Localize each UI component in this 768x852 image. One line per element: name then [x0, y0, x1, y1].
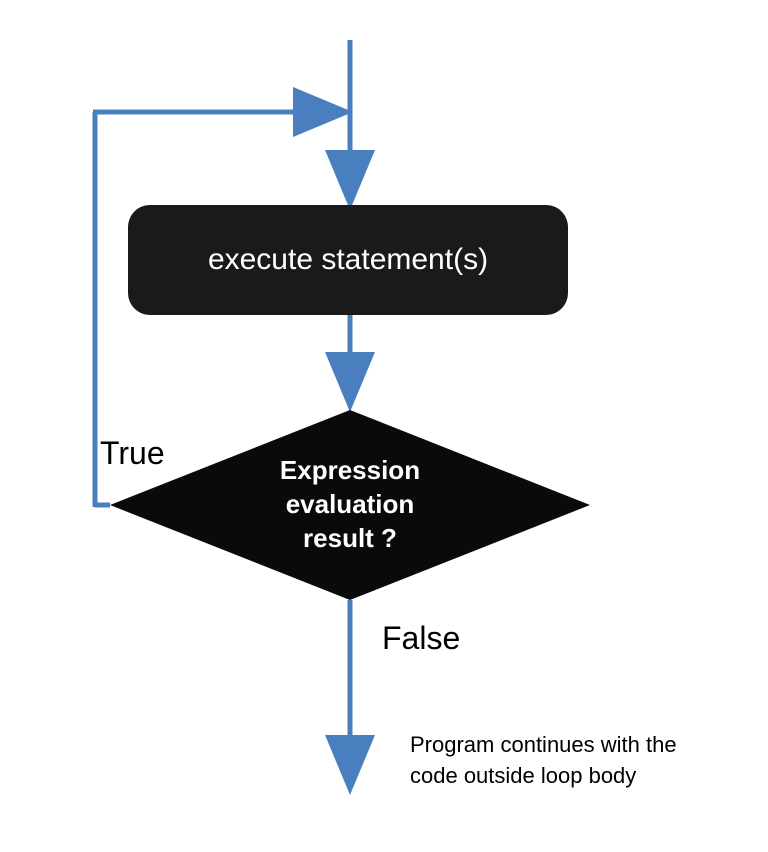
flowchart-diagram: execute statement(s) Expression evaluati…: [0, 0, 768, 852]
decision-line-3: result ?: [303, 522, 397, 556]
decision-line-1: Expression: [280, 454, 420, 488]
process-box: execute statement(s): [128, 205, 568, 315]
exit-line-1: Program continues with the: [410, 730, 677, 761]
decision-diamond-text: Expression evaluation result ?: [100, 405, 600, 605]
false-label: False: [382, 620, 460, 657]
exit-description: Program continues with the code outside …: [410, 730, 677, 792]
decision-line-2: evaluation: [286, 488, 415, 522]
exit-line-2: code outside loop body: [410, 761, 677, 792]
process-label: execute statement(s): [208, 243, 488, 277]
true-label: True: [100, 435, 165, 472]
